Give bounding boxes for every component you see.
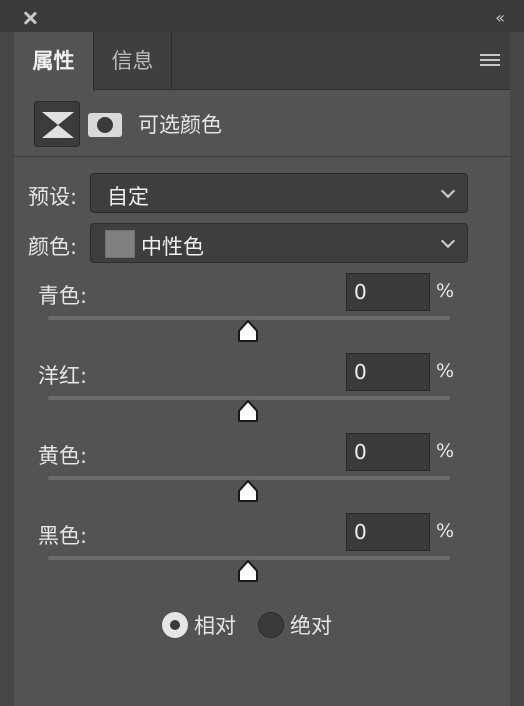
panel-border-left (0, 32, 14, 706)
tab-info[interactable]: 信息 (94, 32, 172, 90)
absolute-radio[interactable] (258, 612, 284, 638)
colors-value: 中性色 (141, 235, 204, 259)
black-label: 黑色: (38, 524, 88, 548)
yellow-label: 黄色: (38, 444, 88, 468)
colors-dropdown[interactable]: 中性色 (90, 223, 468, 263)
cyan-value-input[interactable] (346, 273, 430, 311)
adjustment-title: 可选颜色 (138, 113, 222, 137)
selective-color-adjustment-icon[interactable] (34, 101, 80, 147)
yellow-slider-thumb[interactable] (235, 479, 261, 503)
close-icon[interactable] (22, 10, 38, 26)
tab-bar: 属性 信息 (14, 32, 510, 91)
color-swatch (105, 230, 135, 258)
panel-title-bar: ‹‹ (0, 0, 524, 32)
chevron-down-icon (440, 183, 456, 199)
yellow-value-input[interactable] (346, 433, 430, 471)
chevron-down-icon (440, 233, 456, 249)
double-chevron-left-icon[interactable]: ‹‹ (495, 8, 505, 27)
black-value-input[interactable] (346, 513, 430, 551)
relative-label: 相对 (194, 614, 236, 638)
panel-border-right (510, 32, 524, 706)
magenta-slider-thumb[interactable] (235, 399, 261, 423)
preset-value: 自定 (107, 185, 149, 209)
magenta-value-input[interactable] (346, 353, 430, 391)
magenta-percent-unit: % (436, 360, 455, 382)
relative-radio-option[interactable]: 相对 (162, 610, 242, 640)
magenta-label: 洋红: (38, 364, 88, 388)
cyan-label: 青色: (38, 284, 88, 308)
relative-radio[interactable] (162, 612, 188, 638)
layer-mask-icon[interactable] (88, 113, 122, 137)
tab-properties[interactable]: 属性 (14, 32, 94, 91)
adjustment-header: 可选颜色 (14, 91, 510, 157)
cyan-slider-thumb[interactable] (235, 319, 261, 343)
preset-dropdown[interactable]: 自定 (90, 173, 468, 213)
cyan-percent-unit: % (436, 280, 455, 302)
colors-label: 颜色: (28, 235, 78, 259)
absolute-label: 绝对 (290, 614, 332, 638)
hamburger-menu-icon[interactable] (480, 54, 500, 68)
black-percent-unit: % (436, 520, 455, 542)
properties-panel: 属性 信息 可选颜色 预设: 自定 颜色: 中性色 青色: % 洋红: % (14, 32, 510, 706)
preset-label: 预设: (28, 185, 78, 209)
black-slider-thumb[interactable] (235, 559, 261, 583)
yellow-percent-unit: % (436, 440, 455, 462)
absolute-radio-option[interactable]: 绝对 (258, 610, 338, 640)
